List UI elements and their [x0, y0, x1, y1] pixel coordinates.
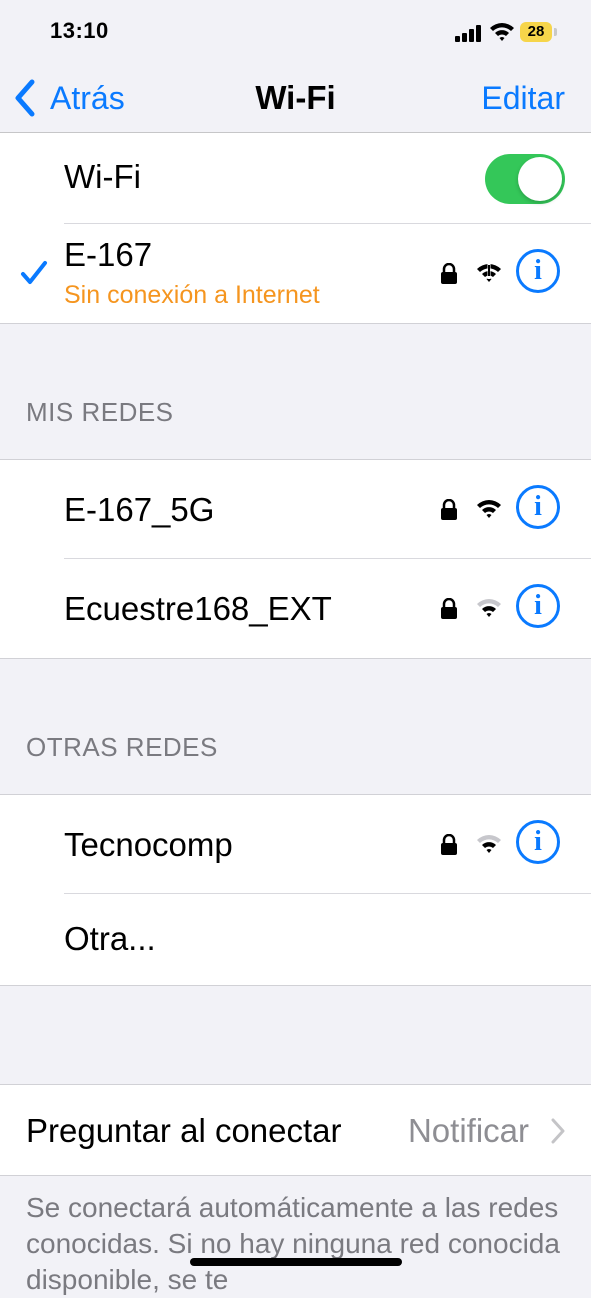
network-row[interactable]: Ecuestre168_EXT i — [0, 559, 591, 658]
network-row[interactable]: E-167_5G i — [0, 460, 591, 559]
ask-to-join-value: Notificar — [407, 1112, 529, 1149]
navigation-bar: Atrás Wi-Fi Editar — [0, 64, 591, 133]
cellular-signal-icon — [455, 24, 483, 42]
lock-icon — [441, 499, 457, 520]
current-network-status: Sin conexión a Internet — [64, 281, 320, 309]
info-icon[interactable]: i — [516, 485, 560, 529]
current-network-name: E-167 — [64, 236, 153, 273]
other-network-row[interactable]: Otra... — [0, 894, 591, 985]
status-time: 13:10 — [50, 18, 109, 43]
wifi-toggle-row: Wi-Fi — [0, 133, 591, 224]
ask-to-join-description: Se conectará automáticamente a las redes… — [26, 1192, 560, 1295]
chevron-right-icon — [551, 1118, 565, 1144]
my-networks-header: MIS REDES — [26, 397, 174, 427]
wifi-toggle-label: Wi-Fi — [64, 158, 141, 195]
my-networks-group: E-167_5G i Ecuestre168_EXT i — [0, 459, 591, 659]
ask-to-join-row[interactable]: Preguntar al conectar Notificar — [0, 1084, 591, 1176]
current-network-row[interactable]: E-167 Sin conexión a Internet i — [0, 224, 591, 323]
network-name: Ecuestre168_EXT — [64, 590, 332, 627]
network-row[interactable]: Tecnocomp i — [0, 795, 591, 894]
wifi-no-internet-icon — [477, 263, 501, 282]
other-networks-group: Tecnocomp i Otra... — [0, 794, 591, 986]
info-icon[interactable]: i — [516, 584, 560, 628]
home-indicator[interactable] — [190, 1258, 402, 1266]
network-name: E-167_5G — [64, 491, 215, 528]
wifi-strength-icon — [477, 835, 501, 853]
wifi-main-group: Wi-Fi E-167 Sin conexión a Internet i — [0, 133, 591, 324]
wifi-strength-icon — [477, 500, 501, 518]
status-bar: 13:10 28 — [0, 0, 591, 64]
lock-icon — [441, 598, 457, 619]
checkmark-icon — [21, 261, 47, 284]
network-name: Tecnocomp — [64, 826, 233, 863]
ask-to-join-label: Preguntar al conectar — [26, 1112, 342, 1149]
battery-icon: 28 — [520, 22, 557, 42]
edit-button[interactable]: Editar — [481, 76, 565, 120]
wifi-toggle-switch[interactable] — [485, 154, 565, 204]
wifi-strength-icon — [477, 599, 501, 617]
info-icon[interactable]: i — [516, 249, 560, 293]
other-network-label: Otra... — [64, 920, 156, 957]
lock-icon — [441, 263, 457, 284]
lock-icon — [441, 834, 457, 855]
other-networks-header: OTRAS REDES — [26, 732, 218, 762]
wifi-status-icon — [490, 23, 514, 41]
battery-level: 28 — [520, 22, 552, 42]
info-icon[interactable]: i — [516, 820, 560, 864]
